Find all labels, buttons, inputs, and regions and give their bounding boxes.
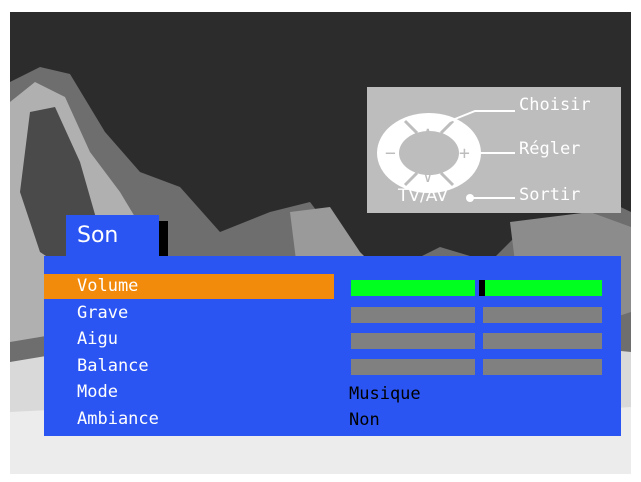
- menu-item-grave[interactable]: Grave: [44, 301, 334, 326]
- menu-item-ambiance[interactable]: Ambiance: [44, 407, 334, 432]
- remote-help-box: ∧ ∨ − + Choisir Régler Sortir TV/AV: [367, 87, 621, 213]
- plus-icon: +: [459, 143, 470, 164]
- grave-slider[interactable]: [351, 307, 602, 323]
- mode-value: Musique: [349, 384, 421, 404]
- menu-item-balance[interactable]: Balance: [44, 354, 334, 379]
- help-choose-label: Choisir: [519, 95, 591, 115]
- help-exit-label: Sortir: [519, 185, 581, 205]
- minus-icon: −: [385, 143, 396, 164]
- balance-slider[interactable]: [351, 359, 602, 375]
- volume-slider-marker: [479, 280, 485, 296]
- up-arrow-icon: ∧: [423, 123, 433, 142]
- volume-slider[interactable]: [351, 280, 602, 296]
- aigu-slider[interactable]: [351, 333, 602, 349]
- help-tvav-label: TV/AV: [398, 186, 448, 206]
- ambiance-value: Non: [349, 410, 380, 430]
- menu-title: Son: [66, 215, 159, 257]
- menu-item-volume[interactable]: Volume: [44, 274, 334, 299]
- help-adjust-label: Régler: [519, 139, 581, 159]
- menu-item-mode[interactable]: Mode: [44, 380, 334, 405]
- menu-item-aigu[interactable]: Aigu: [44, 327, 334, 352]
- tv-screen: ∧ ∨ − + Choisir Régler Sortir TV/AV Son …: [10, 12, 631, 474]
- sound-menu-panel: Volume Grave Aigu Balance Mode Ambiance …: [44, 256, 621, 436]
- down-arrow-icon: ∨: [423, 167, 433, 186]
